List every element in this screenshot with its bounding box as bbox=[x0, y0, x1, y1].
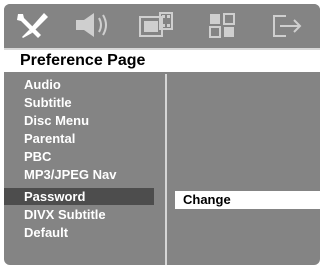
osd-screen: Preference Page Audio Subtitle Disc Menu… bbox=[4, 4, 320, 265]
submenu-option-label: Change bbox=[183, 192, 231, 207]
menu-item-label: Parental bbox=[24, 131, 76, 146]
preference-grid-icon[interactable] bbox=[200, 8, 244, 42]
menu-item-label: Subtitle bbox=[24, 95, 72, 110]
menu-item-label: MP3/JPEG Nav bbox=[24, 167, 117, 182]
menu-item-divx-subtitle[interactable]: DIVX Subtitle bbox=[4, 206, 154, 223]
page-title: Preference Page bbox=[20, 52, 146, 69]
menu-item-pbc[interactable]: PBC bbox=[4, 148, 154, 165]
audio-speaker-icon[interactable] bbox=[70, 8, 114, 42]
menu-item-audio[interactable]: Audio bbox=[4, 76, 154, 93]
video-film-icon[interactable] bbox=[134, 8, 178, 42]
menu-item-label: Disc Menu bbox=[24, 113, 90, 128]
menu-item-parental[interactable]: Parental bbox=[4, 130, 154, 147]
menu-item-mp3-jpeg-nav[interactable]: MP3/JPEG Nav bbox=[4, 166, 154, 183]
column-divider bbox=[165, 74, 167, 265]
top-icon-bar bbox=[4, 4, 320, 46]
exit-icon[interactable] bbox=[266, 8, 310, 42]
menu-item-label: Default bbox=[24, 225, 69, 240]
menu-item-label: DIVX Subtitle bbox=[24, 207, 106, 222]
menu-item-subtitle[interactable]: Subtitle bbox=[4, 94, 154, 111]
menu-item-default[interactable]: Default bbox=[4, 224, 154, 241]
page-title-bar: Preference Page bbox=[4, 48, 320, 72]
menu-item-password[interactable]: Password bbox=[4, 188, 154, 205]
settings-tools-icon[interactable] bbox=[10, 8, 54, 42]
menu-item-label: Audio bbox=[24, 77, 61, 92]
menu-item-label: PBC bbox=[24, 149, 52, 164]
submenu-option-change[interactable]: Change bbox=[175, 191, 320, 209]
menu-item-label: Password bbox=[24, 189, 86, 204]
menu-item-disc-menu[interactable]: Disc Menu bbox=[4, 112, 154, 129]
